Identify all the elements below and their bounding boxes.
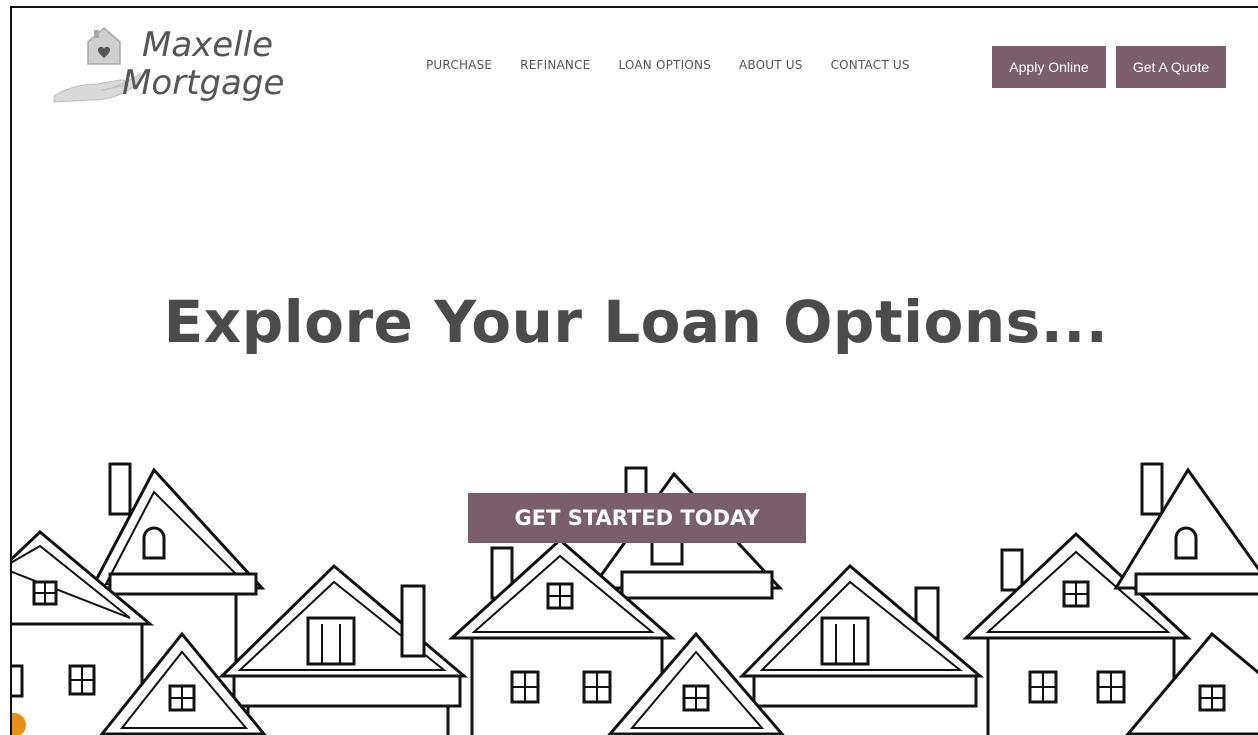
- get-a-quote-button[interactable]: Get A Quote: [1116, 46, 1226, 88]
- houses-illustration: [12, 462, 1258, 735]
- nav-contact-us[interactable]: CONTACT US: [831, 58, 910, 72]
- brand-line-2: Mortgage: [122, 63, 285, 103]
- brand-line-1: Maxelle: [142, 25, 274, 65]
- nav-loan-options[interactable]: LOAN OPTIONS: [618, 58, 710, 72]
- apply-online-button[interactable]: Apply Online: [992, 46, 1106, 88]
- house-mid-left: [218, 563, 469, 735]
- nav-purchase[interactable]: PURCHASE: [426, 58, 492, 72]
- get-started-button[interactable]: GET STARTED TODAY: [468, 493, 806, 543]
- brand-logo[interactable]: Maxelle Mortgage: [52, 18, 342, 110]
- nav-refinance[interactable]: REFINANCE: [520, 58, 590, 72]
- hero-title: Explore Your Loan Options...: [163, 288, 1109, 356]
- brand-wordmark: Maxelle Mortgage: [122, 25, 284, 102]
- page-frame: Maxelle Mortgage PURCHASE REFINANCE LOAN…: [10, 6, 1258, 735]
- main-nav: PURCHASE REFINANCE LOAN OPTIONS ABOUT US…: [426, 58, 938, 72]
- nav-about-us[interactable]: ABOUT US: [739, 58, 803, 72]
